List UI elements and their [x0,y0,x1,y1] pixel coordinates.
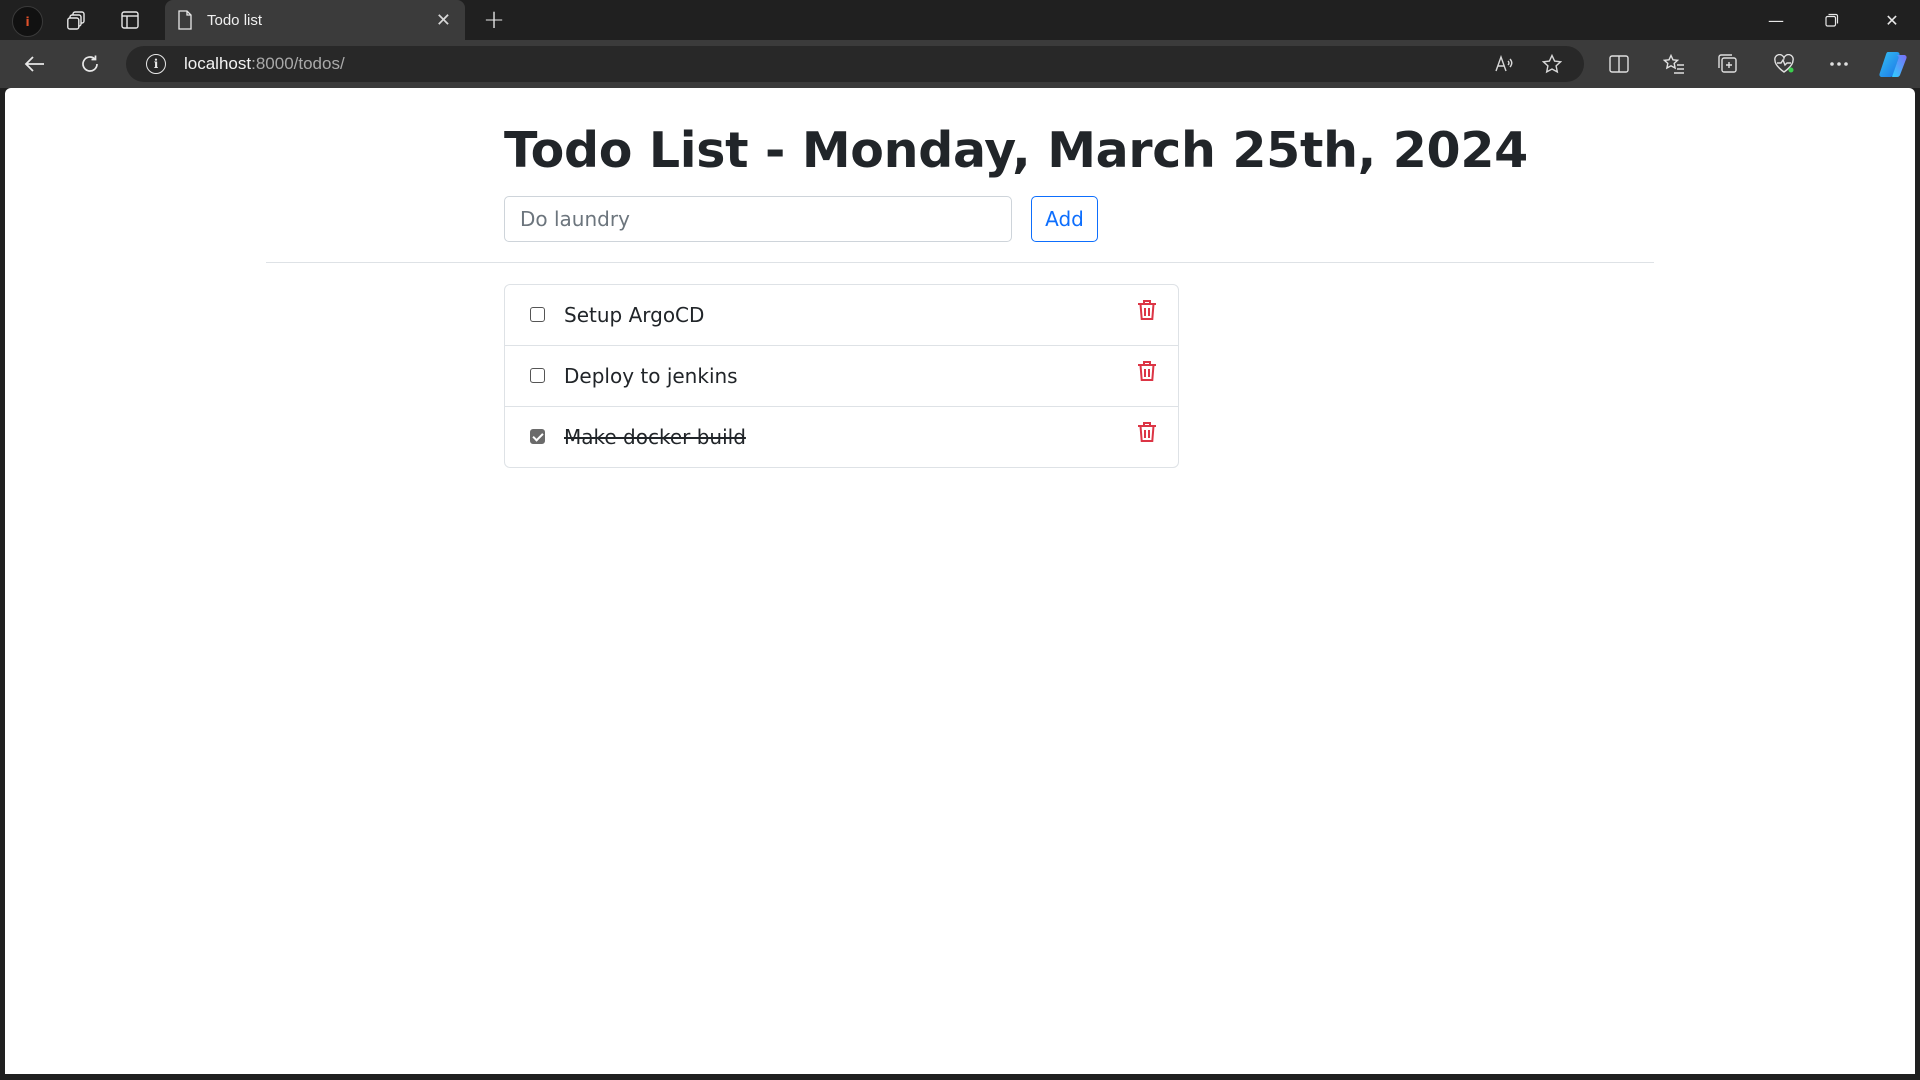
todo-checkbox[interactable] [530,368,545,383]
todo-label: Setup ArgoCD [564,303,705,327]
todo-item: Deploy to jenkins [505,345,1178,406]
split-screen-icon[interactable] [1607,52,1631,76]
tab-actions-icon[interactable] [116,6,144,34]
divider [266,262,1654,263]
page-title: Todo List - Monday, March 25th, 2024 [504,122,1528,179]
profile-avatar[interactable]: i [12,6,43,37]
address-bar[interactable]: i localhost:8000/todos/ [126,46,1584,82]
close-window-button[interactable]: ✕ [1864,0,1920,40]
tab-todo-list[interactable]: Todo list ✕ [165,0,465,40]
favorite-star-icon[interactable] [1542,54,1562,74]
todo-checkbox[interactable] [530,307,545,322]
copilot-icon[interactable] [1878,50,1908,78]
page-viewport: Todo List - Monday, March 25th, 2024 Add… [5,88,1915,1074]
url-text[interactable]: localhost:8000/todos/ [184,54,345,74]
url-path: :8000/todos/ [251,54,345,73]
todo-label: Make docker build [564,425,746,449]
profile-initial: i [25,14,30,29]
todo-input[interactable] [504,196,1012,242]
todo-list: Setup ArgoCD Deploy to jenkins Make dock… [504,284,1179,468]
add-button[interactable]: Add [1031,196,1098,242]
trash-icon[interactable] [1137,421,1157,443]
favorites-icon[interactable] [1662,52,1686,76]
todo-label: Deploy to jenkins [564,364,738,388]
browser-essentials-icon[interactable] [1772,52,1796,76]
tab-title: Todo list [207,11,263,29]
restore-button[interactable] [1804,0,1860,40]
more-menu-icon[interactable] [1827,52,1851,76]
todo-checkbox[interactable] [530,429,545,444]
back-button[interactable] [17,48,53,80]
browser-toolbar: i localhost:8000/todos/ [0,40,1920,88]
url-host: localhost [184,54,252,73]
collections-icon[interactable] [1717,52,1741,76]
refresh-button[interactable] [72,48,108,80]
new-tab-button[interactable]: + [478,4,510,36]
workspaces-icon[interactable] [63,6,91,34]
browser-tab-bar: i Todo list ✕ + — ✕ [0,0,1920,40]
todo-item: Setup ArgoCD [505,285,1178,345]
tab-close-icon[interactable]: ✕ [436,10,451,31]
trash-icon[interactable] [1137,360,1157,382]
minimize-button[interactable]: — [1748,0,1804,40]
todo-item: Make docker build [505,406,1178,467]
page-icon [178,10,192,30]
site-info-icon[interactable]: i [146,54,166,74]
trash-icon[interactable] [1137,299,1157,321]
read-aloud-icon[interactable] [1494,54,1514,74]
